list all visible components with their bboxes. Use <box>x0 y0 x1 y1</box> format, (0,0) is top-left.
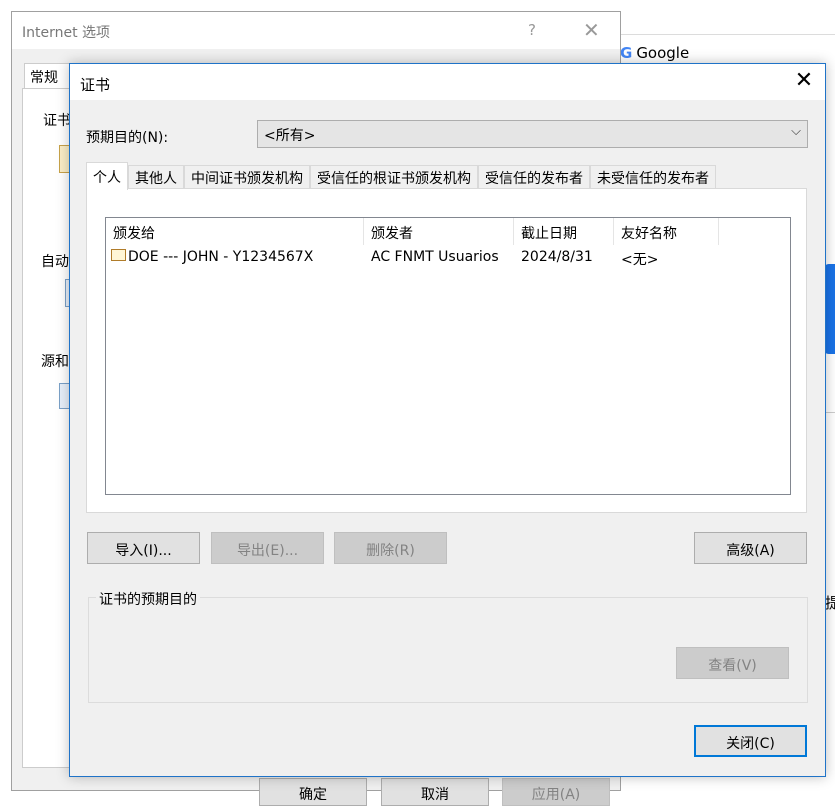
remove-button[interactable]: 删除(R) <box>334 532 447 564</box>
intended-purpose-value: <所有> <box>264 128 316 144</box>
section-autocomplete-label: 自动 <box>41 254 69 270</box>
google-label: Google <box>636 44 690 62</box>
cell-issued-to: DOE --- JOHN - Y1234567X <box>106 246 364 270</box>
list-header: 颁发给 颁发者 截止日期 友好名称 <box>106 218 790 245</box>
tab-untrusted-publishers[interactable]: 未受信任的发布者 <box>590 165 716 189</box>
column-issued-to[interactable]: 颁发给 <box>106 218 364 245</box>
tab-personal[interactable]: 个人 <box>86 162 128 190</box>
cancel-button[interactable]: 取消 <box>381 778 489 806</box>
issued-to-text: DOE --- JOHN - Y1234567X <box>128 249 314 265</box>
intended-purpose-label: 预期目的(N): <box>86 130 169 146</box>
section-feeds-label: 源和 <box>41 354 69 370</box>
column-expiration-date[interactable]: 截止日期 <box>514 218 614 245</box>
tab-trusted-root-ca[interactable]: 受信任的根证书颁发机构 <box>310 165 478 189</box>
internet-options-title: Internet 选项 <box>22 25 111 41</box>
close-icon[interactable]: ✕ <box>583 18 600 42</box>
certificates-title-bar: 证书 ✕ <box>70 64 825 100</box>
browser-side-text: 提 <box>825 594 835 612</box>
personal-tab-panel: 颁发给 颁发者 截止日期 友好名称 DOE --- JOHN - Y123456… <box>86 188 807 513</box>
certificate-icon <box>111 249 126 261</box>
cell-expiration-date: 2024/8/31 <box>521 249 593 265</box>
google-g-icon: G <box>620 44 633 62</box>
column-friendly-name[interactable]: 友好名称 <box>614 218 719 245</box>
ok-button[interactable]: 确定 <box>259 778 367 806</box>
cell-friendly-name: <无> <box>621 252 659 268</box>
certificate-list[interactable]: 颁发给 颁发者 截止日期 友好名称 DOE --- JOHN - Y123456… <box>105 217 791 495</box>
tab-general[interactable]: 常规 <box>24 63 70 89</box>
cell-issued-by: AC FNMT Usuarios <box>371 249 499 265</box>
close-button[interactable]: 关闭(C) <box>694 725 807 757</box>
export-button[interactable]: 导出(E)... <box>211 532 324 564</box>
advanced-button[interactable]: 高级(A) <box>694 532 807 564</box>
apply-button[interactable]: 应用(A) <box>502 778 610 806</box>
certificate-store-tabs: 个人 其他人 中间证书颁发机构 受信任的根证书颁发机构 受信任的发布者 未受信任… <box>86 162 716 190</box>
tab-intermediate-ca[interactable]: 中间证书颁发机构 <box>184 165 310 189</box>
column-issued-by[interactable]: 颁发者 <box>364 218 514 245</box>
tab-trusted-publishers[interactable]: 受信任的发布者 <box>478 165 590 189</box>
section-certificate-label: 证书 <box>43 113 71 129</box>
import-button[interactable]: 导入(I)... <box>87 532 200 564</box>
close-icon[interactable]: ✕ <box>792 68 816 93</box>
intended-purpose-select[interactable]: <所有> ⌵ <box>257 120 808 148</box>
google-logo[interactable]: G Google <box>620 44 689 62</box>
browser-side-divider <box>825 412 835 413</box>
dialog-title: 证书 <box>80 76 111 94</box>
help-icon[interactable]: ? <box>528 21 536 39</box>
internet-options-title-bar: Internet 选项 ? ✕ <box>12 12 620 49</box>
chevron-down-icon: ⌵ <box>791 124 801 139</box>
table-row[interactable]: DOE --- JOHN - Y1234567X AC FNMT Usuario… <box>106 246 790 270</box>
certificates-dialog: 证书 ✕ 预期目的(N): <所有> ⌵ 个人 其他人 中间证书颁发机构 受信任… <box>69 63 826 777</box>
view-button[interactable]: 查看(V) <box>676 647 789 679</box>
tab-other-people[interactable]: 其他人 <box>128 165 184 189</box>
certificate-purposes-label: 证书的预期目的 <box>96 589 200 609</box>
browser-divider <box>620 34 835 35</box>
